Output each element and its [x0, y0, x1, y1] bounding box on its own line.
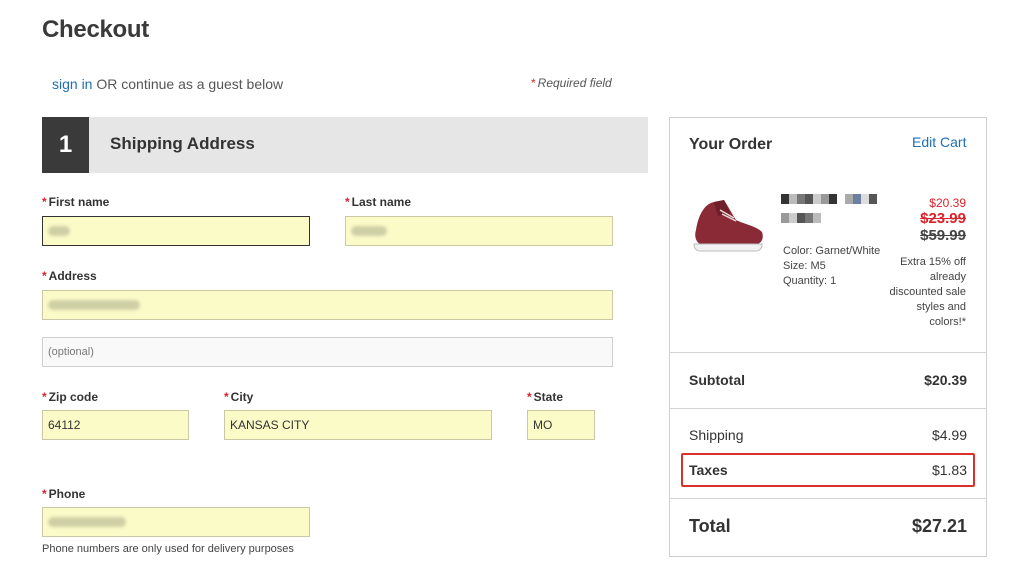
taxes-label: Taxes	[689, 462, 728, 478]
promo-text: Extra 15% off already discounted sale st…	[889, 256, 966, 328]
phone-note: Phone numbers are only used for delivery…	[42, 543, 294, 555]
product-quantity: Quantity: 1	[783, 275, 837, 287]
city-field[interactable]: KANSAS CITY	[224, 410, 492, 440]
taxes-row: Taxes $1.83	[689, 462, 967, 478]
total-row: Total $27.21	[689, 516, 967, 537]
divider	[670, 408, 986, 409]
signin-row: sign in OR continue as a guest below	[52, 76, 283, 92]
subtotal-row: Subtotal $20.39	[689, 372, 967, 388]
last-name-field[interactable]	[345, 216, 613, 246]
product-name-redacted	[781, 194, 877, 223]
divider	[670, 498, 986, 499]
page-title: Checkout	[42, 16, 149, 43]
required-asterisk: *	[42, 195, 47, 209]
divider	[670, 352, 986, 353]
zip-label-text: Zip code	[48, 390, 99, 404]
last-name-label-text: Last name	[351, 195, 412, 209]
product-size: Size: M5	[783, 260, 826, 272]
shipping-section-header: 1 Shipping Address	[42, 117, 648, 173]
product-color: Color: Garnet/White	[783, 245, 881, 257]
required-asterisk: *	[42, 269, 47, 283]
shipping-value: $4.99	[931, 427, 967, 443]
total-label: Total	[689, 516, 731, 536]
product-meta: Color: Garnet/White Size: M5 Quantity: 1	[783, 244, 880, 289]
address-field[interactable]	[42, 290, 613, 320]
required-field-note: * Required field	[531, 76, 612, 90]
zip-label: * Zip code	[42, 390, 98, 404]
first-name-label-text: First name	[48, 195, 110, 209]
sign-in-link[interactable]: sign in	[52, 76, 92, 92]
order-title: Your Order	[689, 136, 773, 153]
first-name-label: * First name	[42, 195, 109, 209]
zip-field[interactable]: 64112	[42, 410, 189, 440]
first-name-field[interactable]	[42, 216, 310, 246]
city-label: * City	[224, 390, 253, 404]
state-label-text: State	[533, 390, 564, 404]
total-value: $27.21	[911, 516, 967, 536]
required-asterisk: *	[42, 390, 47, 404]
phone-label-text: Phone	[48, 487, 86, 501]
phone-field[interactable]	[42, 507, 310, 537]
shipping-row: Shipping $4.99	[689, 427, 967, 443]
price-was: $23.99	[920, 210, 966, 227]
price-original: $59.99	[920, 227, 966, 244]
subtotal-value: $20.39	[924, 372, 967, 388]
guest-text: OR continue as a guest below	[92, 76, 284, 92]
required-asterisk: *	[42, 487, 47, 501]
edit-cart-link[interactable]: Edit Cart	[912, 134, 966, 150]
step-number: 1	[42, 117, 89, 173]
address-label: * Address	[42, 269, 97, 283]
city-label-text: City	[230, 390, 254, 404]
last-name-label: * Last name	[345, 195, 411, 209]
taxes-value: $1.83	[931, 462, 967, 478]
shoe-image[interactable]	[690, 194, 766, 258]
redacted-text	[48, 517, 126, 527]
state-field[interactable]: MO	[527, 410, 595, 440]
price-sale: $20.39	[929, 196, 966, 210]
required-asterisk: *	[345, 195, 350, 209]
required-field-text: Required field	[537, 76, 612, 90]
state-label: * State	[527, 390, 563, 404]
shipping-title: Shipping Address	[110, 134, 255, 153]
required-asterisk: *	[527, 390, 532, 404]
phone-label: * Phone	[42, 487, 85, 501]
address-line2-field[interactable]: (optional)	[42, 337, 613, 367]
order-summary-panel: Your Order Edit Cart $20.39 $23.99 $59.9…	[669, 117, 987, 557]
required-asterisk: *	[224, 390, 229, 404]
redacted-text	[48, 226, 70, 236]
redacted-text	[48, 300, 140, 310]
redacted-text	[351, 226, 387, 236]
subtotal-label: Subtotal	[689, 372, 745, 388]
address-label-text: Address	[48, 269, 97, 283]
shoe-icon	[693, 200, 763, 252]
shipping-label: Shipping	[689, 427, 744, 443]
required-asterisk: *	[531, 76, 536, 90]
